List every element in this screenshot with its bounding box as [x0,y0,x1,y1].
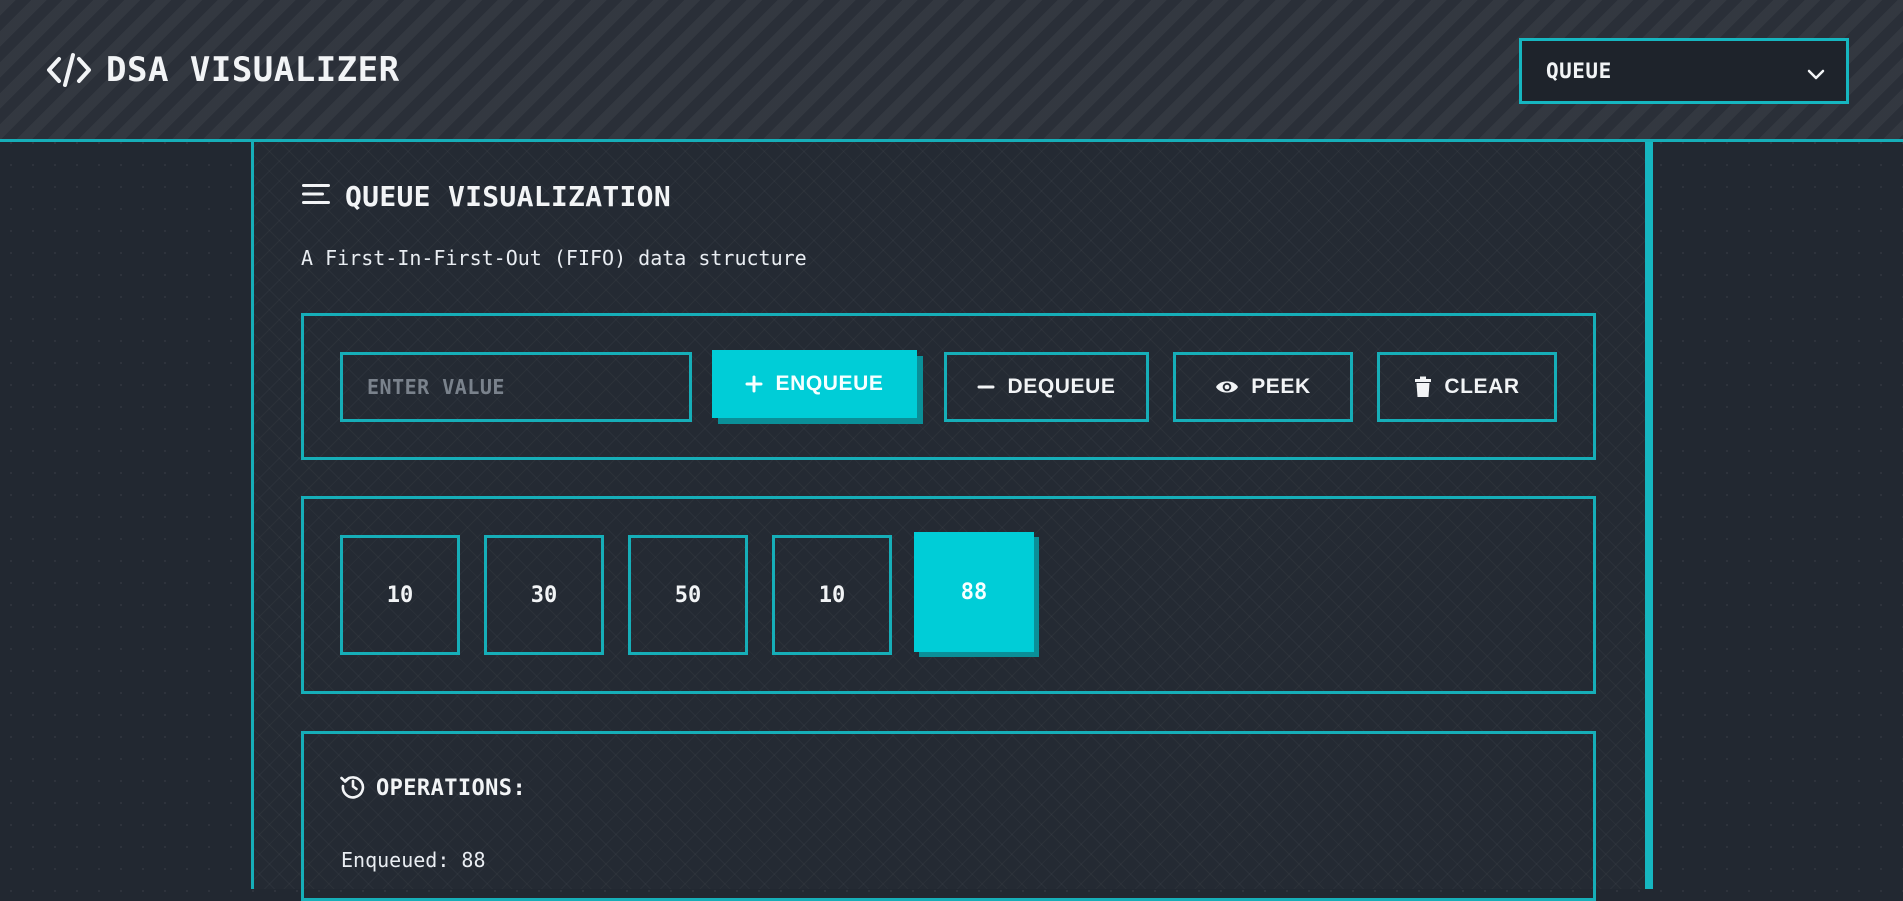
peek-label: PEEK [1251,375,1311,398]
minus-icon [977,378,995,396]
page-title: QUEUE VISUALIZATION [345,179,671,213]
clear-label: CLEAR [1444,375,1520,398]
page-subtitle: A First-In-First-Out (FIFO) data structu… [301,246,807,270]
enqueue-button[interactable]: ENQUEUE [712,350,917,418]
page-title-row: QUEUE VISUALIZATION [301,178,671,214]
app-title: DSA VISUALIZER [106,50,400,90]
operations-title: OPERATIONS: [376,775,527,801]
eye-icon [1215,378,1239,396]
plus-icon [745,375,763,393]
value-input[interactable] [340,352,692,422]
queue-item[interactable]: 10 [772,535,892,655]
data-structure-select[interactable]: QUEUE [1519,38,1849,104]
queue-item[interactable]: 30 [484,535,604,655]
queue-item[interactable]: 10 [340,535,460,655]
trash-icon [1414,376,1432,398]
queue-item[interactable]: 50 [628,535,748,655]
clear-button[interactable]: CLEAR [1377,352,1557,422]
select-value: QUEUE [1546,59,1612,83]
dequeue-label: DEQUEUE [1007,375,1116,398]
enqueue-label: ENQUEUE [775,372,884,395]
peek-button[interactable]: PEEK [1173,352,1353,422]
app-logo[interactable]: DSA VISUALIZER [46,47,400,93]
operations-panel [301,731,1596,901]
queue-item-rear[interactable]: 88 [914,532,1034,652]
app-header: DSA VISUALIZER QUEUE [0,0,1903,142]
dequeue-button[interactable]: DEQUEUE [944,352,1149,422]
list-icon [301,181,331,211]
panel-edge-bar [1645,142,1653,889]
operations-heading: OPERATIONS: [340,773,526,803]
code-icon [46,50,92,90]
operation-log-entry: Enqueued: 88 [341,848,486,872]
history-icon [340,773,366,803]
chevron-down-icon [1806,63,1826,87]
